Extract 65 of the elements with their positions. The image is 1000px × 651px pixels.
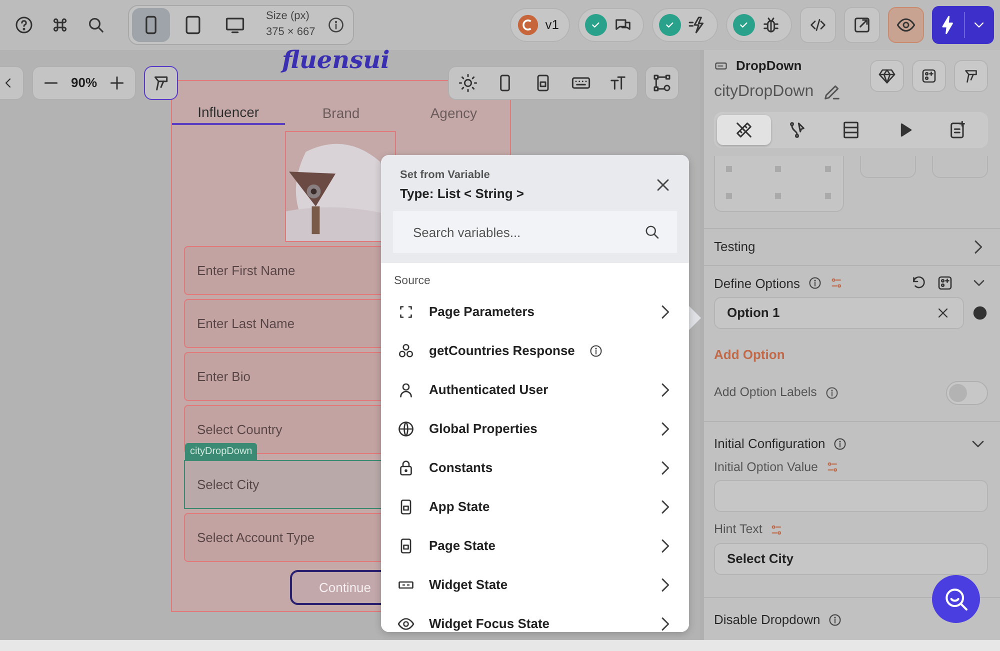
tab[interactable]: Influencer: [172, 101, 285, 125]
ruler-pencil-icon: [734, 120, 754, 140]
add-component-icon[interactable]: [936, 274, 954, 292]
check-icon: [585, 14, 607, 36]
info-icon: [828, 612, 842, 627]
info-icon: [808, 276, 822, 290]
version-label: v1: [545, 16, 559, 34]
bug-icon: [761, 15, 781, 35]
add-component-icon[interactable]: [912, 60, 946, 92]
help-icon[interactable]: [14, 15, 34, 35]
layout-button[interactable]: [645, 66, 679, 100]
section-title: Define Options: [714, 274, 800, 293]
zoom-level: 90%: [70, 74, 98, 92]
server-icon: [840, 120, 861, 140]
size-value: 375 × 667: [266, 25, 316, 40]
menu-item[interactable]: Widget State: [381, 565, 689, 604]
theme-icon[interactable]: [458, 73, 478, 93]
menu-item[interactable]: Page State: [381, 526, 689, 566]
popup-title: Type: List < String >: [399, 184, 524, 203]
menu-item[interactable]: Page Parameters: [381, 292, 689, 332]
properties-tab[interactable]: [717, 114, 771, 144]
search-icon: [643, 223, 661, 241]
field-label: Hint Text: [714, 521, 762, 538]
app-logo: fluensui: [282, 48, 390, 72]
popup-subtitle: Set from Variable: [399, 168, 491, 183]
info-icon: [824, 386, 839, 400]
lock-icon: [397, 458, 415, 477]
menu-item[interactable]: App State: [381, 487, 689, 526]
option-field[interactable]: Option 1: [714, 297, 964, 329]
status-pill[interactable]: [652, 8, 718, 42]
menu-item[interactable]: Widget Focus State: [381, 604, 689, 632]
check-icon: [659, 14, 681, 36]
code-icon[interactable]: [800, 7, 836, 43]
widget-name: cityDropDown: [714, 82, 814, 102]
section-title: Testing: [714, 238, 756, 256]
nodes-icon: [652, 73, 672, 93]
menu-item[interactable]: Constants: [381, 448, 689, 488]
menu-item[interactable]: getCountries Response: [381, 331, 689, 370]
status-pill[interactable]: [578, 8, 644, 42]
section-title: Disable Dropdown: [714, 611, 820, 629]
menu-item[interactable]: Global Properties: [381, 409, 689, 448]
version-badge[interactable]: v1: [510, 8, 570, 42]
info-icon: [833, 436, 848, 450]
section-label: Source: [393, 274, 432, 289]
open-external-icon[interactable]: [844, 7, 880, 43]
widget-type: DropDown: [736, 57, 802, 75]
field-label: Add Option Labels: [714, 384, 817, 402]
check-icon: [733, 14, 755, 36]
info-icon: [588, 344, 603, 358]
preview-icon[interactable]: [888, 7, 924, 43]
phone-button[interactable]: [132, 8, 170, 42]
circles-icon: [397, 342, 415, 360]
clear-selection-button[interactable]: [144, 66, 178, 100]
widget-tag: cityDropDown: [185, 443, 258, 460]
size-label: Size (px): [266, 9, 310, 24]
menu-item[interactable]: Authenticated User: [381, 370, 689, 410]
info-icon[interactable]: [327, 16, 346, 34]
search-icon[interactable]: [86, 15, 106, 35]
section-title: Initial Configuration: [714, 434, 826, 453]
run-button[interactable]: [932, 6, 994, 44]
user-icon: [397, 380, 415, 399]
input-field[interactable]: Select City: [714, 543, 988, 575]
status-pill[interactable]: [726, 8, 792, 42]
cursor-path-icon: [787, 120, 808, 140]
field-label: Initial Option Value: [714, 458, 818, 476]
